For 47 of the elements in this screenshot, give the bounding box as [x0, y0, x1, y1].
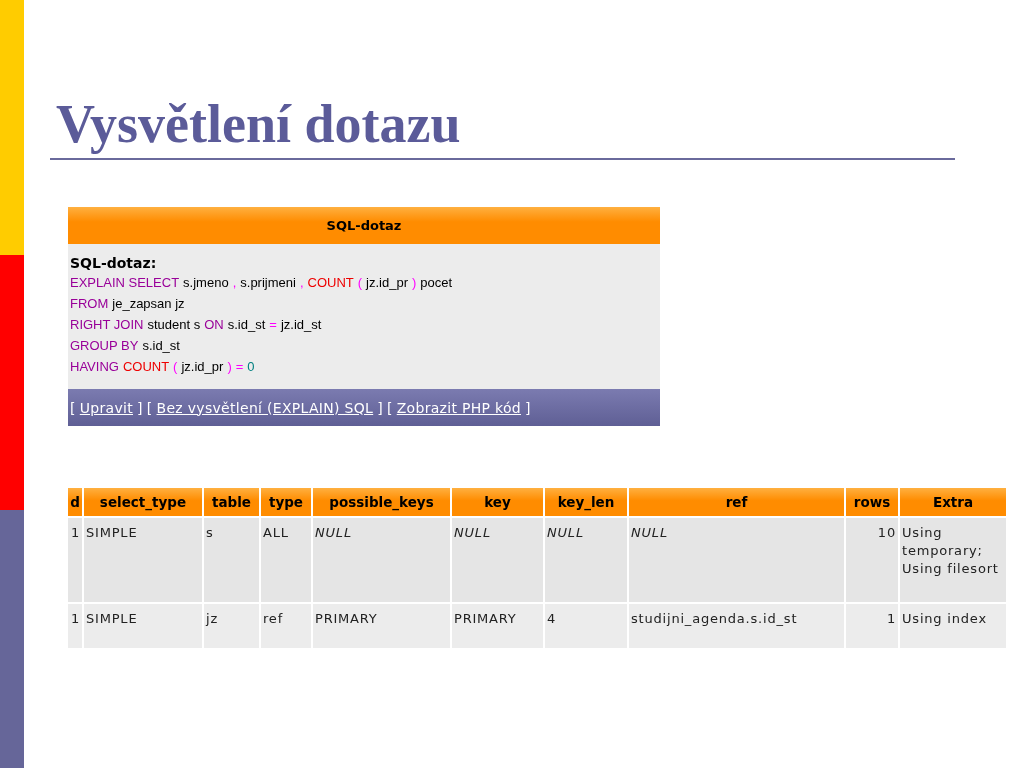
table-cell: 1 [846, 604, 898, 648]
table-cell: Using index [900, 604, 1006, 648]
table-cell: studijni_agenda.s.id_st [629, 604, 844, 648]
table-cell: s [204, 518, 259, 602]
table-cell: ALL [261, 518, 311, 602]
bracket: [ [386, 399, 393, 416]
table-cell: NULL [313, 518, 450, 602]
column-header: select_type [84, 488, 202, 516]
table-cell: PRIMARY [313, 604, 450, 648]
action-link[interactable]: Zobrazit PHP kód [396, 399, 521, 416]
query-label: SQL-dotaz: [70, 254, 158, 272]
table-cell: PRIMARY [452, 604, 543, 648]
table-cell: 10 [846, 518, 898, 602]
action-link[interactable]: Bez vysvětlení (EXPLAIN) SQL [156, 399, 374, 416]
column-header: table [204, 488, 259, 516]
bracket: ] [137, 399, 143, 416]
column-header: ref [629, 488, 844, 516]
slide-title: Vysvětlení dotazu [56, 93, 462, 156]
table-cell: 4 [545, 604, 627, 648]
sql-line: RIGHT JOIN student s ON s.id_st = jz.id_st [70, 316, 323, 334]
sql-line: FROM je_zapsan jz [70, 295, 186, 313]
table-cell: ref [261, 604, 311, 648]
table-cell: NULL [545, 518, 627, 602]
column-header: key_len [545, 488, 627, 516]
table-cell: SIMPLE [84, 518, 202, 602]
bracket: [ [146, 399, 153, 416]
table-cell: Using temporary; Using filesort [900, 518, 1006, 602]
column-header: Extra [900, 488, 1006, 516]
table-cell: NULL [452, 518, 543, 602]
sql-line: GROUP BY s.id_st [70, 337, 181, 355]
column-header: type [261, 488, 311, 516]
table-cell: 1 [68, 604, 82, 648]
table-cell: NULL [629, 518, 844, 602]
column-header: d [68, 488, 82, 516]
bracket: ] [525, 399, 531, 416]
sql-line: HAVING COUNT ( jz.id_pr ) = 0 [70, 358, 256, 376]
action-link[interactable]: Upravit [79, 399, 133, 416]
panel-header: SQL-dotaz [68, 207, 660, 244]
column-header: rows [846, 488, 898, 516]
sql-line: EXPLAIN SELECT s.jmeno , s.prijmeni , COUNT ( jz.id_pr ) pocet [70, 274, 454, 292]
bracket: ] [377, 399, 383, 416]
table-cell: jz [204, 604, 259, 648]
column-header: possible_keys [313, 488, 450, 516]
table-cell: 1 [68, 518, 82, 602]
column-header: key [452, 488, 543, 516]
table-cell: SIMPLE [84, 604, 202, 648]
bracket: [ [70, 399, 76, 416]
